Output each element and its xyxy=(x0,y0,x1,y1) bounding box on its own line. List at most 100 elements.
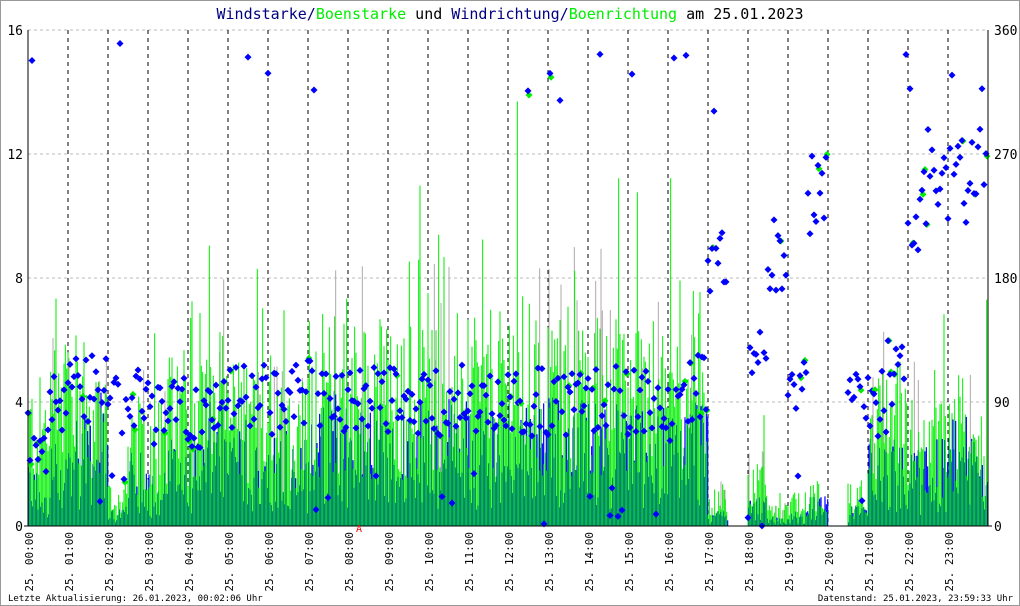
wind-direction-point xyxy=(812,218,820,226)
x-tick-label: 25. 10:00 xyxy=(423,532,436,592)
wind-direction-point xyxy=(716,234,724,242)
wind-direction-point xyxy=(682,51,690,59)
wind-direction-point xyxy=(816,189,824,197)
x-tick-label: 25. 17:00 xyxy=(703,532,716,592)
wind-direction-point xyxy=(976,125,984,133)
left-tick-label: 0 xyxy=(15,520,23,535)
wind-direction-point xyxy=(860,403,868,411)
wind-direction-point xyxy=(878,367,886,375)
x-tick-label: 25. 13:00 xyxy=(543,532,556,592)
wind-direction-point xyxy=(92,368,100,376)
wind-direction-point xyxy=(820,214,828,222)
left-tick-label: 16 xyxy=(7,24,23,39)
wind-direction-point xyxy=(798,385,806,393)
wind-direction-point xyxy=(274,389,282,397)
wind-direction-point xyxy=(536,423,544,431)
wind-direction-point xyxy=(974,143,982,151)
x-tick-label: 25. 00:00 xyxy=(23,532,36,592)
x-tick-label: 25. 04:00 xyxy=(183,532,196,592)
wind-direction-point xyxy=(556,96,564,104)
x-tick-label: 25. 19:00 xyxy=(783,532,796,592)
x-tick-label: 25. 07:00 xyxy=(303,532,316,592)
wind-direction-point xyxy=(784,391,792,399)
wind-direction-point xyxy=(952,160,960,168)
wind-direction-point xyxy=(760,349,768,357)
wind-direction-point xyxy=(978,85,986,93)
wind-direction-point xyxy=(766,285,774,293)
wind-direction-point xyxy=(778,285,786,293)
wind-direction-point xyxy=(134,366,142,374)
wind-direction-point xyxy=(454,389,462,397)
wind-direction-point xyxy=(960,199,968,207)
right-tick-label: 90 xyxy=(994,396,1010,411)
wind-direction-point xyxy=(596,50,604,58)
wind-direction-point xyxy=(980,181,988,189)
wind-direction-point xyxy=(192,386,200,394)
x-tick-label: 25. 06:00 xyxy=(263,532,276,592)
wind-direction-point xyxy=(844,389,852,397)
title-part: und xyxy=(406,5,451,23)
title-part: Windstarke xyxy=(216,5,306,23)
wind-direction-point xyxy=(914,246,922,254)
wind-direction-point xyxy=(762,354,770,362)
title-part: / xyxy=(307,5,316,23)
right-tick-label: 180 xyxy=(994,272,1017,287)
chart-title: Windstarke/Boenstarke und Windrichtung/B… xyxy=(216,5,803,23)
wind-direction-point xyxy=(964,186,972,194)
wind-direction-point xyxy=(912,213,920,221)
x-tick-label: 25. 16:00 xyxy=(663,532,676,592)
title-part: Windrichtung xyxy=(451,5,559,23)
wind-direction-point xyxy=(900,375,908,383)
wind-direction-point xyxy=(28,56,36,64)
left-tick-label: 4 xyxy=(15,396,23,411)
x-tick-label: 25. 11:00 xyxy=(463,532,476,592)
wind-direction-point xyxy=(924,125,932,133)
x-tick-label: 25. 15:00 xyxy=(623,532,636,592)
x-tick-label: 25. 21:00 xyxy=(863,532,876,592)
x-tick-label: 25. 01:00 xyxy=(63,532,76,592)
title-part: Boenrichtung xyxy=(569,5,677,23)
last-update-text: Letzte Aktualisierung: 26.01.2023, 00:02… xyxy=(8,594,263,604)
wind-direction-point xyxy=(754,358,762,366)
wind-direction-point xyxy=(926,172,934,180)
wind-direction-point xyxy=(928,146,936,154)
wind-direction-point xyxy=(288,367,296,375)
title-part: am 25.01.2023 xyxy=(677,5,803,23)
wind-direction-point xyxy=(124,405,132,413)
wind-direction-point xyxy=(670,54,678,62)
wind-direction-point xyxy=(968,138,976,146)
wind-direction-point xyxy=(950,170,958,178)
wind-direction-point xyxy=(650,395,658,403)
wind-direction-point xyxy=(714,259,722,267)
wind-direction-point xyxy=(292,361,300,369)
wind-direction-point xyxy=(72,355,80,363)
x-tick-label: 25. 02:00 xyxy=(103,532,116,592)
wind-direction-point xyxy=(756,328,764,336)
wind-direction-point xyxy=(704,257,712,265)
wind-direction-point xyxy=(792,404,800,412)
wind-direction-point xyxy=(966,179,974,187)
wind-direction-point xyxy=(864,374,872,382)
right-tick-label: 0 xyxy=(994,520,1002,535)
data-state-text: Datenstand: 25.01.2023, 23:59:33 Uhr xyxy=(818,594,1014,604)
wind-direction-point xyxy=(300,419,308,427)
wind-direction-point xyxy=(846,376,854,384)
x-tick-label: 25. 20:00 xyxy=(823,532,836,592)
wind-direction-point xyxy=(780,251,788,259)
left-tick-label: 8 xyxy=(15,272,23,287)
x-tick-label: 25. 08:00 xyxy=(343,532,356,592)
wind-direction-point xyxy=(810,211,818,219)
wind-direction-point xyxy=(344,386,352,394)
wind-direction-point xyxy=(942,164,950,172)
x-tick-label: 25. 23:00 xyxy=(943,532,956,592)
wind-direction-point xyxy=(794,472,802,480)
wind-direction-point xyxy=(938,169,946,177)
wind-direction-point xyxy=(180,374,188,382)
x-tick-label: 25. 09:00 xyxy=(383,532,396,592)
wind-direction-point xyxy=(718,229,726,237)
wind-direction-point xyxy=(930,166,938,174)
wind-direction-point xyxy=(940,154,948,162)
wind-direction-point xyxy=(592,365,600,373)
wind-direction-point xyxy=(122,395,130,403)
left-tick-label: 12 xyxy=(7,148,23,163)
